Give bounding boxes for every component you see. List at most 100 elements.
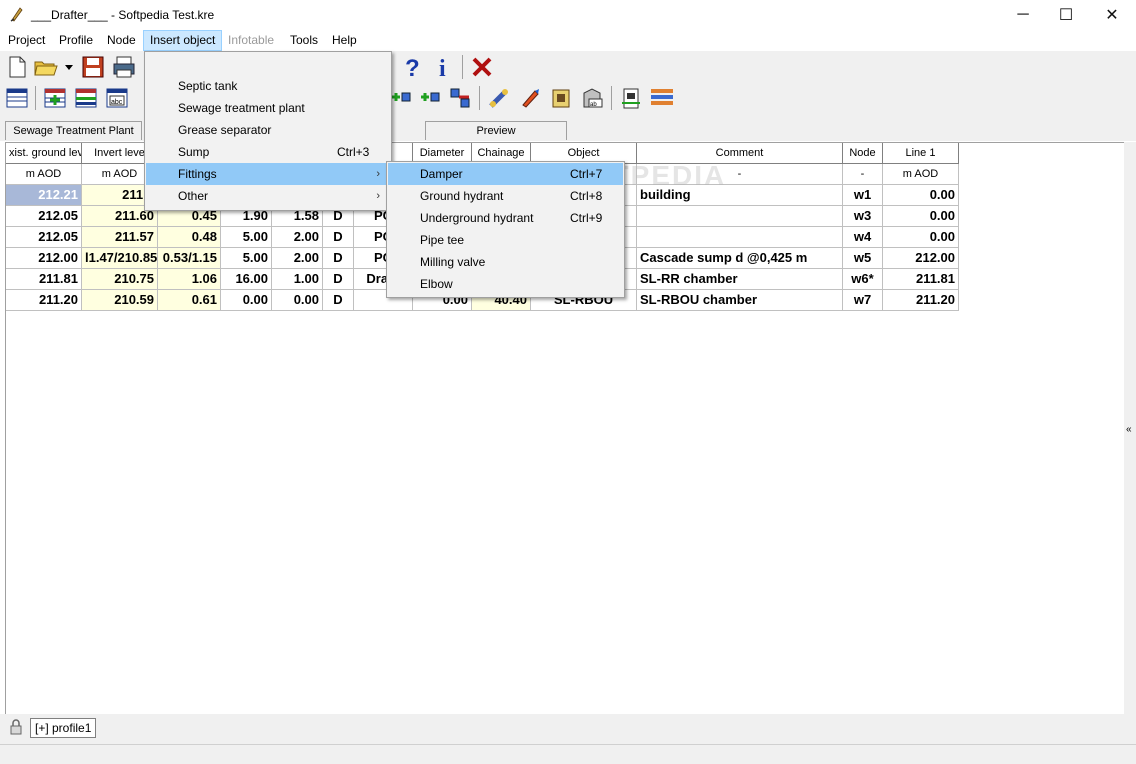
- save-icon[interactable]: [81, 55, 105, 79]
- print-icon[interactable]: [112, 55, 136, 79]
- table-cell[interactable]: [637, 206, 843, 227]
- table-cell[interactable]: 212.05: [6, 227, 82, 248]
- table-cell[interactable]: 0.00: [883, 227, 959, 248]
- table-view-icon[interactable]: [5, 86, 29, 110]
- info-icon[interactable]: i: [431, 55, 455, 79]
- table-cell[interactable]: 5.00: [221, 248, 272, 269]
- maximize-button[interactable]: ☐: [1043, 0, 1089, 30]
- table-cell[interactable]: 2.00: [272, 248, 323, 269]
- table-cell[interactable]: w7: [843, 290, 883, 311]
- table-cell[interactable]: 0.00: [272, 290, 323, 311]
- column-unit: m AOD: [883, 164, 959, 185]
- menu-insert-object[interactable]: Insert object: [143, 30, 223, 51]
- label-chamber-icon[interactable]: ab: [580, 86, 604, 110]
- table-cell[interactable]: 0.00: [883, 185, 959, 206]
- menu-item-pipe-tee[interactable]: Pipe tee: [388, 229, 623, 251]
- minimize-button[interactable]: ─: [1000, 0, 1046, 30]
- table-cell[interactable]: l1.47/210.85: [82, 248, 158, 269]
- menu-item-grease-separator[interactable]: Grease separator: [146, 119, 390, 141]
- table-cell[interactable]: 0.00: [883, 206, 959, 227]
- column-header[interactable]: Node: [843, 143, 883, 164]
- lock-icon[interactable]: [8, 719, 24, 735]
- column-unit: m AOD: [6, 164, 82, 185]
- table-cell[interactable]: w1: [843, 185, 883, 206]
- table-cell[interactable]: 211.81: [883, 269, 959, 290]
- table-cell[interactable]: 212.05: [6, 206, 82, 227]
- table-cell[interactable]: 212.00: [883, 248, 959, 269]
- delete-x-icon[interactable]: [470, 55, 494, 79]
- menu-help[interactable]: Help: [326, 31, 363, 50]
- menu-item-other[interactable]: Other ›: [146, 185, 390, 207]
- menu-item-milling-valve[interactable]: Milling valve: [388, 251, 623, 273]
- menu-item-sump[interactable]: Sump Ctrl+3: [146, 141, 390, 163]
- table-cell[interactable]: 16.00: [221, 269, 272, 290]
- table-cell[interactable]: 211.81: [6, 269, 82, 290]
- remove-node-icon[interactable]: [448, 86, 472, 110]
- menu-item-sewage-treatment-plant[interactable]: Sewage treatment plant: [146, 97, 390, 119]
- add-node-icon[interactable]: [389, 86, 413, 110]
- table-cell[interactable]: 0.48: [158, 227, 221, 248]
- table-cell[interactable]: SL-RBOU chamber: [637, 290, 843, 311]
- tab-profile1[interactable]: [+] profile1: [30, 718, 97, 738]
- svg-text:ab: ab: [590, 102, 597, 108]
- menu-item-underground-hydrant[interactable]: Underground hydrant Ctrl+9: [388, 207, 623, 229]
- layers-icon[interactable]: [650, 86, 674, 110]
- table-cell[interactable]: 212.21: [6, 185, 82, 206]
- tab-preview[interactable]: Preview: [425, 121, 567, 140]
- table-cell[interactable]: w3: [843, 206, 883, 227]
- insert-row-icon[interactable]: [43, 86, 67, 110]
- table-cell[interactable]: 1.06: [158, 269, 221, 290]
- open-dropdown-icon[interactable]: [62, 55, 76, 79]
- table-cell[interactable]: w5: [843, 248, 883, 269]
- collapse-arrow-icon[interactable]: «: [1126, 424, 1132, 435]
- table-cell[interactable]: D: [323, 290, 354, 311]
- menu-item-damper[interactable]: Damper Ctrl+7: [388, 163, 623, 185]
- new-file-icon[interactable]: [5, 55, 29, 79]
- table-cell[interactable]: 210.59: [82, 290, 158, 311]
- table-cell[interactable]: 5.00: [221, 227, 272, 248]
- table-cell[interactable]: w4: [843, 227, 883, 248]
- right-splitter[interactable]: «: [1124, 142, 1136, 714]
- tab-sewage-treatment-plant[interactable]: Sewage Treatment Plant: [5, 121, 142, 140]
- table-cell[interactable]: 1.00: [272, 269, 323, 290]
- table-cell[interactable]: w6*: [843, 269, 883, 290]
- table-cell[interactable]: 211.20: [6, 290, 82, 311]
- column-header[interactable]: Line 1: [883, 143, 959, 164]
- help-question-icon[interactable]: ?: [400, 55, 424, 79]
- table-cell[interactable]: 210.75: [82, 269, 158, 290]
- table-edit-icon[interactable]: [74, 86, 98, 110]
- table-cell[interactable]: SL-RR chamber: [637, 269, 843, 290]
- table-cell[interactable]: 0.53/1.15: [158, 248, 221, 269]
- chamber-icon[interactable]: [549, 86, 573, 110]
- menu-item-septic-tank[interactable]: Septic tank: [146, 75, 390, 97]
- menu-project[interactable]: Project: [2, 31, 51, 50]
- table-cell[interactable]: 211.20: [883, 290, 959, 311]
- insert-node-icon[interactable]: [418, 86, 442, 110]
- table-cell[interactable]: Cascade sump d @0,425 m: [637, 248, 843, 269]
- open-folder-icon[interactable]: [34, 55, 58, 79]
- table-abc-icon[interactable]: abc: [105, 86, 129, 110]
- menu-item-ground-hydrant[interactable]: Ground hydrant Ctrl+8: [388, 185, 623, 207]
- menu-tools[interactable]: Tools: [284, 31, 324, 50]
- table-cell[interactable]: D: [323, 269, 354, 290]
- rocket-tool-icon[interactable]: [518, 86, 542, 110]
- table-cell[interactable]: 0.00: [221, 290, 272, 311]
- table-cell[interactable]: 2.00: [272, 227, 323, 248]
- menu-item-label: Ground hydrant: [420, 189, 504, 203]
- table-cell[interactable]: D: [323, 248, 354, 269]
- menu-profile[interactable]: Profile: [53, 31, 99, 50]
- table-cell[interactable]: D: [323, 227, 354, 248]
- table-cell[interactable]: 0.61: [158, 290, 221, 311]
- table-cell[interactable]: 211.57: [82, 227, 158, 248]
- menu-item-elbow[interactable]: Elbow: [388, 273, 623, 295]
- menu-infotable[interactable]: Infotable: [222, 31, 280, 50]
- table-cell[interactable]: [637, 227, 843, 248]
- close-button[interactable]: ✕: [1089, 0, 1135, 30]
- pipe-tool-icon[interactable]: [487, 86, 511, 110]
- app-icon: [9, 6, 25, 22]
- menu-item-fittings[interactable]: Fittings ›: [146, 163, 390, 185]
- table-cell[interactable]: 212.00: [6, 248, 82, 269]
- menu-node[interactable]: Node: [101, 31, 142, 50]
- column-header[interactable]: xist. ground lev: [6, 143, 82, 164]
- profile-section-icon[interactable]: [619, 86, 643, 110]
